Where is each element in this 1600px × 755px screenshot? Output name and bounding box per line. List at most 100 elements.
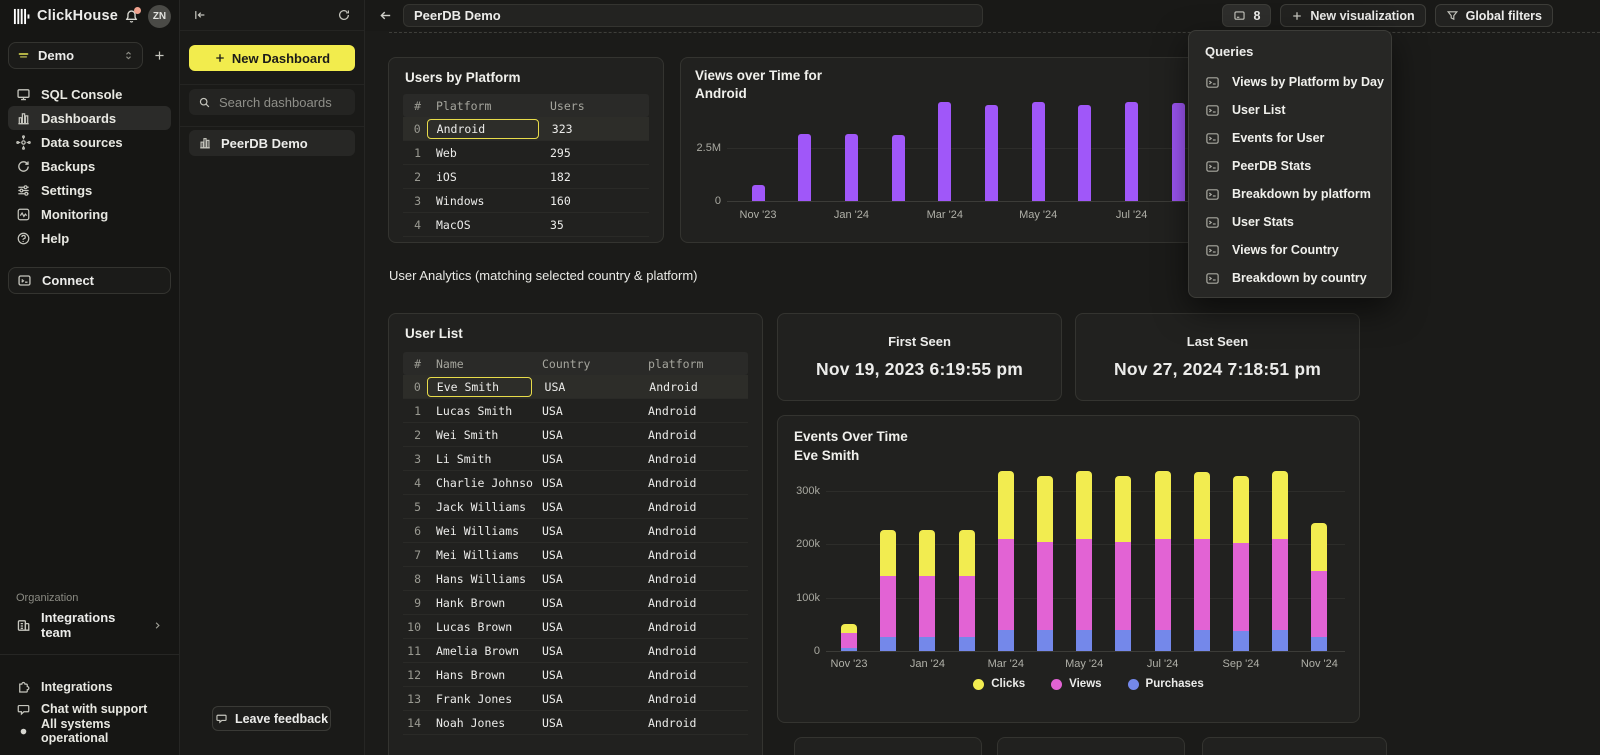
table-cell[interactable]: 1 bbox=[403, 146, 427, 160]
table-cell[interactable]: Android bbox=[640, 380, 748, 394]
new-visualization-button[interactable]: New visualization bbox=[1280, 4, 1425, 27]
stacked-bar-segment[interactable] bbox=[1233, 543, 1249, 631]
table-row[interactable]: 3Windows160 bbox=[403, 189, 649, 213]
table-cell[interactable]: 0 bbox=[403, 380, 427, 394]
table-cell[interactable]: 0 bbox=[403, 122, 427, 136]
back-arrow-icon[interactable] bbox=[378, 8, 393, 23]
query-item-views-for-country[interactable]: Views for Country bbox=[1205, 236, 1391, 264]
table-cell[interactable]: Android bbox=[639, 524, 748, 538]
table-cell[interactable]: 6 bbox=[403, 524, 427, 538]
table-cell[interactable]: Lucas Smith bbox=[427, 404, 533, 418]
table-cell[interactable]: Android bbox=[639, 692, 748, 706]
global-filters-button[interactable]: Global filters bbox=[1435, 4, 1553, 27]
bar[interactable] bbox=[985, 105, 998, 201]
table-cell[interactable]: 295 bbox=[541, 146, 649, 160]
table-cell[interactable]: Li Smith bbox=[427, 452, 533, 466]
stacked-bar-segment[interactable] bbox=[1115, 476, 1131, 542]
query-item-events-for-user[interactable]: Events for User bbox=[1205, 124, 1391, 152]
table-cell[interactable]: USA bbox=[533, 500, 639, 514]
table-row[interactable]: 11Amelia BrownUSAAndroid bbox=[403, 639, 748, 663]
stacked-bar-segment[interactable] bbox=[1233, 476, 1249, 542]
table-cell[interactable]: 35 bbox=[541, 218, 649, 232]
sidebar-footer-item-all-systems-operational[interactable]: All systems operational bbox=[8, 720, 171, 742]
stacked-bar-segment[interactable] bbox=[1272, 630, 1288, 651]
query-item-views-by-platform-by-day[interactable]: Views by Platform by Day bbox=[1205, 68, 1391, 96]
table-cell[interactable]: 4 bbox=[403, 218, 427, 232]
sidebar-item-monitoring[interactable]: Monitoring bbox=[8, 202, 171, 226]
bar[interactable] bbox=[1172, 103, 1185, 201]
stacked-bar-segment[interactable] bbox=[1037, 542, 1053, 630]
table-cell[interactable]: Android bbox=[639, 644, 748, 658]
legend-item-clicks[interactable]: Clicks bbox=[973, 678, 1025, 690]
connect-button[interactable]: Connect bbox=[8, 267, 171, 294]
table-cell[interactable]: USA bbox=[533, 596, 639, 610]
table-row[interactable]: 0Eve SmithUSAAndroid bbox=[403, 375, 748, 399]
table-cell[interactable]: 12 bbox=[403, 668, 427, 682]
sidebar-item-sql-console[interactable]: SQL Console bbox=[8, 82, 171, 106]
table-cell[interactable]: Android bbox=[639, 596, 748, 610]
table-row[interactable]: 13Frank JonesUSAAndroid bbox=[403, 687, 748, 711]
bar[interactable] bbox=[798, 134, 811, 201]
stacked-bar-segment[interactable] bbox=[959, 530, 975, 576]
table-cell[interactable]: Mei Williams bbox=[427, 548, 533, 562]
table-cell[interactable]: 13 bbox=[403, 692, 427, 706]
table-cell[interactable]: Frank Jones bbox=[427, 692, 533, 706]
table-cell[interactable]: Hank Brown bbox=[427, 596, 533, 610]
notifications-bell-icon[interactable] bbox=[124, 9, 139, 24]
legend-item-purchases[interactable]: Purchases bbox=[1128, 678, 1204, 690]
table-row[interactable]: 9Hank BrownUSAAndroid bbox=[403, 591, 748, 615]
table-row[interactable]: 7Mei WilliamsUSAAndroid bbox=[403, 543, 748, 567]
table-cell[interactable]: 3 bbox=[403, 194, 427, 208]
table-cell[interactable]: USA bbox=[533, 452, 639, 466]
bar[interactable] bbox=[1078, 105, 1091, 201]
bar[interactable] bbox=[1125, 102, 1138, 201]
stacked-bar-segment[interactable] bbox=[1155, 539, 1171, 630]
dashboard-title-input[interactable]: PeerDB Demo bbox=[403, 4, 983, 27]
queries-count-button[interactable]: 8 bbox=[1222, 4, 1271, 27]
stacked-bar-segment[interactable] bbox=[841, 633, 857, 647]
table-row[interactable]: 5Jack WilliamsUSAAndroid bbox=[403, 495, 748, 519]
table-cell[interactable]: Android bbox=[639, 476, 748, 490]
stacked-bar-segment[interactable] bbox=[1311, 571, 1327, 636]
stacked-bar-segment[interactable] bbox=[841, 648, 857, 651]
table-cell[interactable]: Wei Williams bbox=[427, 524, 533, 538]
table-cell[interactable]: Charlie Johnson bbox=[427, 476, 533, 490]
stacked-bar-segment[interactable] bbox=[1155, 630, 1171, 651]
stacked-bar-segment[interactable] bbox=[998, 630, 1014, 651]
table-cell[interactable]: Android bbox=[639, 452, 748, 466]
table-row[interactable]: 1Lucas SmithUSAAndroid bbox=[403, 399, 748, 423]
table-cell[interactable]: 4 bbox=[403, 476, 427, 490]
table-cell[interactable]: 14 bbox=[403, 716, 427, 730]
table-cell[interactable]: Noah Jones bbox=[427, 716, 533, 730]
table-row[interactable]: 8Hans WilliamsUSAAndroid bbox=[403, 567, 748, 591]
collapse-panel-icon[interactable] bbox=[193, 8, 207, 22]
stacked-bar-segment[interactable] bbox=[1076, 539, 1092, 630]
avatar[interactable]: ZN bbox=[148, 5, 171, 28]
table-cell[interactable]: USA bbox=[536, 380, 641, 394]
table-cell[interactable]: iOS bbox=[427, 170, 541, 184]
stacked-bar-segment[interactable] bbox=[1037, 630, 1053, 651]
table-cell[interactable]: Android bbox=[639, 668, 748, 682]
stacked-bar-segment[interactable] bbox=[880, 576, 896, 636]
stacked-bar-segment[interactable] bbox=[1311, 523, 1327, 571]
table-cell[interactable]: USA bbox=[533, 644, 639, 658]
stacked-bar-segment[interactable] bbox=[1194, 630, 1210, 651]
query-item-user-stats[interactable]: User Stats bbox=[1205, 208, 1391, 236]
table-cell[interactable]: Hans Brown bbox=[427, 668, 533, 682]
stacked-bar-segment[interactable] bbox=[919, 637, 935, 651]
stacked-bar-segment[interactable] bbox=[1272, 471, 1288, 539]
table-cell[interactable]: 7 bbox=[403, 548, 427, 562]
table-cell[interactable]: Web bbox=[427, 146, 541, 160]
table-row[interactable]: 3Li SmithUSAAndroid bbox=[403, 447, 748, 471]
stacked-bar-segment[interactable] bbox=[959, 576, 975, 636]
stacked-bar-segment[interactable] bbox=[1155, 471, 1171, 539]
sidebar-item-help[interactable]: Help bbox=[8, 226, 171, 250]
table-cell[interactable]: USA bbox=[533, 476, 639, 490]
table-cell[interactable]: 9 bbox=[403, 596, 427, 610]
stacked-bar-segment[interactable] bbox=[959, 637, 975, 651]
table-cell[interactable]: Jack Williams bbox=[427, 500, 533, 514]
stacked-bar-segment[interactable] bbox=[1037, 476, 1053, 542]
table-cell[interactable]: Windows bbox=[427, 194, 541, 208]
bar[interactable] bbox=[845, 134, 858, 201]
table-cell[interactable]: Android bbox=[639, 572, 748, 586]
